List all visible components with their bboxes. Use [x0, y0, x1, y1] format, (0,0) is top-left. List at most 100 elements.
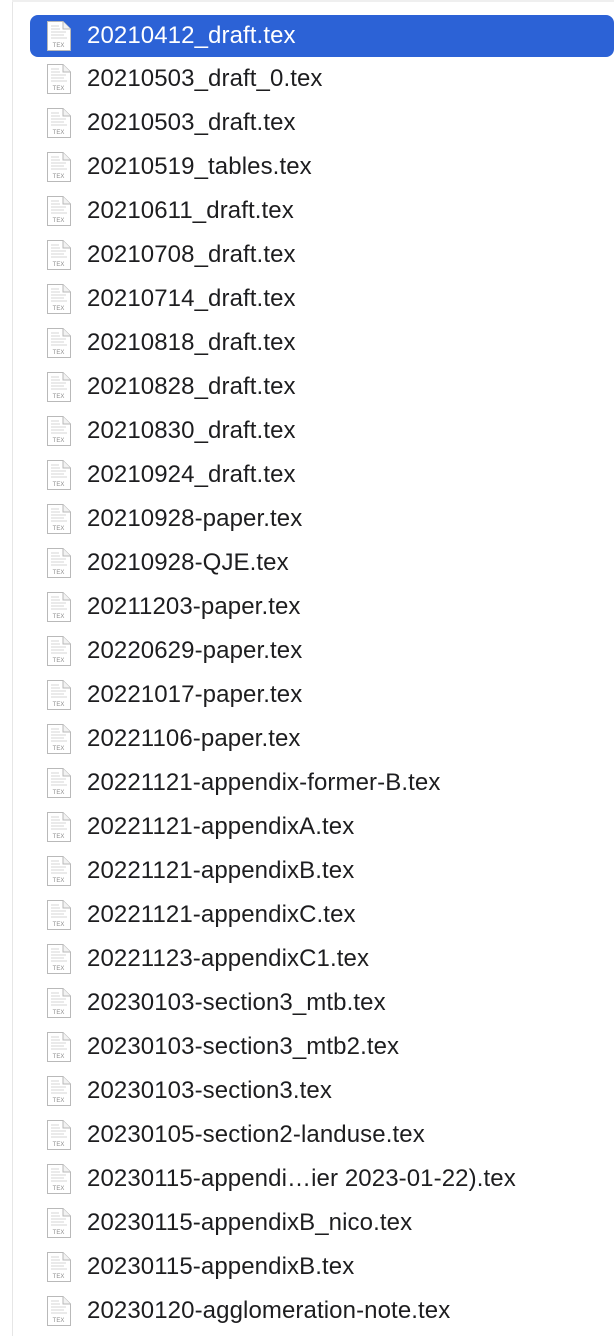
tex-file-icon: TEX — [47, 856, 71, 886]
tex-file-icon: TEX — [47, 1032, 71, 1062]
file-name: 20210830_draft.tex — [87, 417, 296, 444]
file-list-item[interactable]: TEX 20221123-appendixC1.tex — [30, 937, 614, 981]
svg-text:TEX: TEX — [53, 1142, 65, 1148]
svg-text:TEX: TEX — [53, 394, 65, 400]
tex-file-icon: TEX — [47, 196, 71, 226]
svg-text:TEX: TEX — [53, 1274, 65, 1280]
svg-text:TEX: TEX — [53, 438, 65, 444]
file-list-item[interactable]: TEX 20210830_draft.tex — [30, 409, 614, 453]
svg-text:TEX: TEX — [53, 262, 65, 268]
tex-file-icon: TEX — [47, 636, 71, 666]
file-name: 20210924_draft.tex — [87, 461, 296, 488]
column-divider — [12, 0, 13, 1336]
file-name: 20210412_draft.tex — [87, 22, 296, 49]
file-list-item[interactable]: TEX 20221017-paper.tex — [30, 673, 614, 717]
file-list-item-selected[interactable]: TEX 20210412_draft.tex — [30, 15, 614, 57]
file-list-item[interactable]: TEX 20221106-paper.tex — [30, 717, 614, 761]
svg-text:TEX: TEX — [53, 306, 65, 312]
file-list-item[interactable]: TEX 20210503_draft_0.tex — [30, 57, 614, 101]
svg-text:TEX: TEX — [53, 350, 65, 356]
file-name: 20221121-appendixC.tex — [87, 901, 356, 928]
tex-file-icon: TEX — [47, 21, 71, 51]
file-name: 20210928-paper.tex — [87, 505, 303, 532]
file-list-item[interactable]: TEX 20210828_draft.tex — [30, 365, 614, 409]
file-list-item[interactable]: TEX 20221121-appendixB.tex — [30, 849, 614, 893]
svg-text:TEX: TEX — [53, 570, 65, 576]
file-list-item[interactable]: TEX 20230115-appendi…ier 2023-01-22).tex — [30, 1157, 614, 1201]
file-list-item[interactable]: TEX 20220629-paper.tex — [30, 629, 614, 673]
file-list-item[interactable]: TEX 20210924_draft.tex — [30, 453, 614, 497]
header-divider — [12, 0, 614, 2]
tex-file-icon: TEX — [47, 460, 71, 490]
file-name: 20220629-paper.tex — [87, 637, 303, 664]
file-list-item[interactable]: TEX 20230103-section3_mtb.tex — [30, 981, 614, 1025]
svg-text:TEX: TEX — [53, 746, 65, 752]
svg-text:TEX: TEX — [53, 702, 65, 708]
file-list-item[interactable]: TEX 20210714_draft.tex — [30, 277, 614, 321]
file-name: 20221106-paper.tex — [87, 725, 301, 752]
tex-file-icon: TEX — [47, 1296, 71, 1326]
svg-text:TEX: TEX — [53, 658, 65, 664]
file-name: 20230115-appendixB_nico.tex — [87, 1209, 413, 1236]
svg-text:TEX: TEX — [53, 1186, 65, 1192]
tex-file-icon: TEX — [47, 592, 71, 622]
file-name: 20230103-section3_mtb.tex — [87, 989, 386, 1016]
file-list-item[interactable]: TEX 20210928-QJE.tex — [30, 541, 614, 585]
tex-file-icon: TEX — [47, 240, 71, 270]
svg-text:TEX: TEX — [53, 43, 65, 49]
file-name: 20210714_draft.tex — [87, 285, 296, 312]
tex-file-icon: TEX — [47, 416, 71, 446]
file-list-item[interactable]: TEX 20210519_tables.tex — [30, 145, 614, 189]
tex-file-icon: TEX — [47, 328, 71, 358]
file-name: 20230103-section3.tex — [87, 1077, 332, 1104]
file-list-item[interactable]: TEX 20210503_draft.tex — [30, 101, 614, 145]
tex-file-icon: TEX — [47, 1252, 71, 1282]
svg-text:TEX: TEX — [53, 1230, 65, 1236]
file-list-item[interactable]: TEX 20230115-appendixB.tex — [30, 1245, 614, 1289]
svg-text:TEX: TEX — [53, 966, 65, 972]
file-name: 20211203-paper.tex — [87, 593, 301, 620]
file-list-item[interactable]: TEX 20230103-section3.tex — [30, 1069, 614, 1113]
file-list-item[interactable]: TEX 20210928-paper.tex — [30, 497, 614, 541]
file-name: 20210611_draft.tex — [87, 197, 294, 224]
file-name: 20230105-section2-landuse.tex — [87, 1121, 425, 1148]
file-name: 20230115-appendixB.tex — [87, 1253, 355, 1280]
svg-text:TEX: TEX — [53, 526, 65, 532]
svg-text:TEX: TEX — [53, 130, 65, 136]
file-name: 20230115-appendi…ier 2023-01-22).tex — [87, 1165, 516, 1192]
svg-text:TEX: TEX — [53, 1318, 65, 1324]
file-name: 20210928-QJE.tex — [87, 549, 289, 576]
tex-file-icon: TEX — [47, 1076, 71, 1106]
file-list-item[interactable]: TEX 20221121-appendixC.tex — [30, 893, 614, 937]
file-list-item[interactable]: TEX 20230105-section2-landuse.tex — [30, 1113, 614, 1157]
file-list-item[interactable]: TEX 20230115-appendixB_nico.tex — [30, 1201, 614, 1245]
file-list-item[interactable]: TEX 20210611_draft.tex — [30, 189, 614, 233]
tex-file-icon: TEX — [47, 372, 71, 402]
tex-file-icon: TEX — [47, 900, 71, 930]
tex-file-icon: TEX — [47, 284, 71, 314]
file-name: 20221123-appendixC1.tex — [87, 945, 370, 972]
svg-text:TEX: TEX — [53, 1098, 65, 1104]
file-name: 20210708_draft.tex — [87, 241, 296, 268]
tex-file-icon: TEX — [47, 680, 71, 710]
svg-text:TEX: TEX — [53, 1054, 65, 1060]
file-list-item[interactable]: TEX 20230120-agglomeration-note.tex — [30, 1289, 614, 1333]
file-name: 20221121-appendixB.tex — [87, 857, 355, 884]
file-name: 20210828_draft.tex — [87, 373, 296, 400]
file-list-item[interactable]: TEX 20221121-appendix-former-B.tex — [30, 761, 614, 805]
file-list-item[interactable]: TEX 20230103-section3_mtb2.tex — [30, 1025, 614, 1069]
file-name: 20210503_draft_0.tex — [87, 65, 323, 92]
tex-file-icon: TEX — [47, 504, 71, 534]
file-list-item[interactable]: TEX 20210708_draft.tex — [30, 233, 614, 277]
svg-text:TEX: TEX — [53, 790, 65, 796]
tex-file-icon: TEX — [47, 768, 71, 798]
file-name: 20221121-appendixA.tex — [87, 813, 355, 840]
file-list-item[interactable]: TEX 20211203-paper.tex — [30, 585, 614, 629]
file-name: 20210519_tables.tex — [87, 153, 312, 180]
tex-file-icon: TEX — [47, 1164, 71, 1194]
tex-file-icon: TEX — [47, 108, 71, 138]
file-list-item[interactable]: TEX 20221121-appendixA.tex — [30, 805, 614, 849]
file-list-item[interactable]: TEX 20210818_draft.tex — [30, 321, 614, 365]
file-list: TEX 20210412_draft.tex TEX 20210503_draf… — [30, 13, 614, 1333]
tex-file-icon: TEX — [47, 152, 71, 182]
